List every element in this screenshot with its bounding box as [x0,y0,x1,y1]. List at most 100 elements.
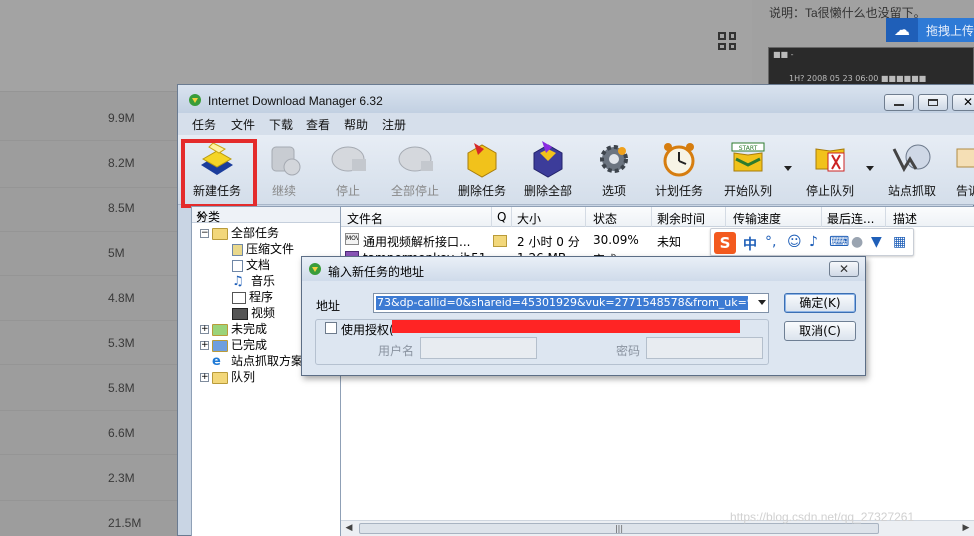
stop-queue-button[interactable]: 停止队列 [800,139,860,199]
column-q[interactable]: Q [497,210,506,224]
toolbox-grid-icon[interactable]: ▦ [893,234,906,250]
minimize-button[interactable] [884,94,914,111]
tree-item-documents[interactable]: 文档 [232,256,270,272]
column-filename[interactable]: 文件名 [347,210,383,227]
resume-button[interactable]: 继续 [258,139,310,199]
ime-language-toggle[interactable]: 中 [743,234,757,254]
ime-toolbar[interactable]: S 中 °, ☺ ♪ ⌨ ● ▼ ▦ [710,228,914,256]
scroll-left-icon[interactable]: ◀ [341,521,357,536]
cancel-button[interactable]: 取消(C) [784,321,856,341]
tree-label: 未完成 [231,322,268,336]
start-queue-button[interactable]: START 开始队列 [718,139,778,199]
scroll-right-icon[interactable]: ▶ [958,521,974,536]
tell-friend-button[interactable]: 告诉 [948,139,974,199]
tell-friend-icon [953,139,974,179]
tree-item-all[interactable]: − 全部任务 [200,224,279,240]
file-size: 5.8M [108,381,135,395]
highlight-box [181,139,257,208]
password-field[interactable] [646,337,763,359]
stop-button[interactable]: 停止 [322,139,374,199]
site-grabber-label: 站点抓取 [887,184,936,198]
expand-icon[interactable]: + [200,325,209,334]
file-size: 2.3M [108,471,135,485]
collapse-icon[interactable]: − [200,229,209,238]
menu-task[interactable]: 任务 [192,116,216,133]
baidu-upload-label: 拖拽上传 [926,24,974,38]
close-pane-icon[interactable]: × [196,208,336,222]
resume-icon [262,139,306,179]
delete-all-button[interactable]: 删除全部 [518,139,578,199]
start-queue-dropdown-icon[interactable] [784,166,792,171]
emoji-icon[interactable]: ☺ [787,234,802,250]
dialog-close-button[interactable]: ✕ [829,261,859,277]
menu-bar: 任务 文件 下载 查看 帮助 注册 [178,113,974,135]
file-size: 2 小时 0 分 [517,235,580,249]
dialog-title-bar[interactable]: 输入新任务的地址 ✕ [302,257,865,281]
menu-file[interactable]: 文件 [231,116,255,133]
archive-file-icon [232,243,243,256]
menu-help[interactable]: 帮助 [344,116,368,133]
use-auth-checkbox[interactable] [325,322,337,334]
column-remaining[interactable]: 剩余时间 [657,210,705,227]
tree-label: 全部任务 [231,226,280,240]
title-bar[interactable]: Internet Download Manager 6.32 ✕ [178,85,974,113]
stop-all-button[interactable]: 全部停止 [384,139,446,199]
site-grabber-button[interactable]: 站点抓取 [882,139,942,199]
tree-label: 程序 [249,290,274,304]
column-status[interactable]: 状态 [593,210,617,227]
ok-button[interactable]: 确定(K) [784,293,856,313]
options-button[interactable]: 选项 [590,139,638,199]
skin-shirt-icon[interactable]: ▼ [871,234,882,250]
scheduler-button[interactable]: 计划任务 [652,139,706,199]
column-description[interactable]: 描述 [893,210,917,227]
menu-view[interactable]: 查看 [306,116,330,133]
file-size: 5.3M [108,336,135,350]
tree-item-programs[interactable]: 程序 [232,288,273,304]
idm-logo-icon [189,94,201,106]
video-thumbnail[interactable]: ■■ - 1H? 2008 05 23 06:00 ■■■■■■ [768,47,974,87]
delete-all-icon [526,139,570,179]
tree-item-archives[interactable]: 压缩文件 [232,240,294,256]
expand-icon[interactable]: + [200,373,209,382]
tree-label: 音乐 [251,274,276,288]
menu-register[interactable]: 注册 [382,116,406,133]
close-window-button[interactable]: ✕ [952,94,974,111]
use-auth-label: 使用授权( [341,323,394,337]
baidu-upload-button[interactable]: ☁ 拖拽上传 [886,18,974,42]
tree-item-video[interactable]: 视频 [232,304,275,320]
expand-icon[interactable]: + [200,341,209,350]
tell-friend-label: 告诉 [955,184,974,198]
tree-item-finished[interactable]: + 已完成 [200,336,267,352]
redaction-bar [392,320,740,333]
stop-all-icon [393,139,437,179]
column-size[interactable]: 大小 [517,210,541,227]
delete-task-button[interactable]: 删除任务 [452,139,512,199]
sogou-logo-icon[interactable]: S [714,232,736,254]
maximize-button[interactable] [918,94,948,111]
column-speed[interactable]: 传输速度 [733,210,781,227]
grid-view-icon[interactable] [718,32,736,50]
chevron-down-icon[interactable] [758,300,766,305]
column-last-connection[interactable]: 最后连... [827,210,874,227]
username-field[interactable] [420,337,537,359]
address-input[interactable]: 73&dp-callid=0&shareid=45301929&vuk=2771… [376,296,748,310]
tree-item-unfinished[interactable]: + 未完成 [200,320,267,336]
toolbar: 新建任务 继续 停止 全部停止 删除任务 删除全部 选项 计划任务 START … [178,135,974,205]
folder-icon [212,371,228,384]
tree-item-music[interactable]: ♫ 音乐 [232,272,275,288]
microphone-icon[interactable]: ♪ [809,234,818,250]
options-label: 选项 [601,184,626,198]
site-grabber-icon [890,139,934,179]
user-icon[interactable]: ● [851,234,863,250]
stop-queue-dropdown-icon[interactable] [866,166,874,171]
keyboard-icon[interactable]: ⌨ [829,234,849,250]
document-icon [232,259,243,272]
tree-item-grabber[interactable]: e 站点抓取方案 [212,352,303,368]
menu-download[interactable]: 下载 [269,116,293,133]
tree-item-queues[interactable]: + 队列 [200,368,255,384]
close-icon: ✕ [838,262,850,276]
scroll-thumb[interactable]: ||| [359,523,879,534]
punctuation-icon[interactable]: °, [765,234,776,250]
address-combobox[interactable]: 73&dp-callid=0&shareid=45301929&vuk=2771… [373,293,769,313]
baidu-cloud-icon: ☁ [886,18,918,42]
